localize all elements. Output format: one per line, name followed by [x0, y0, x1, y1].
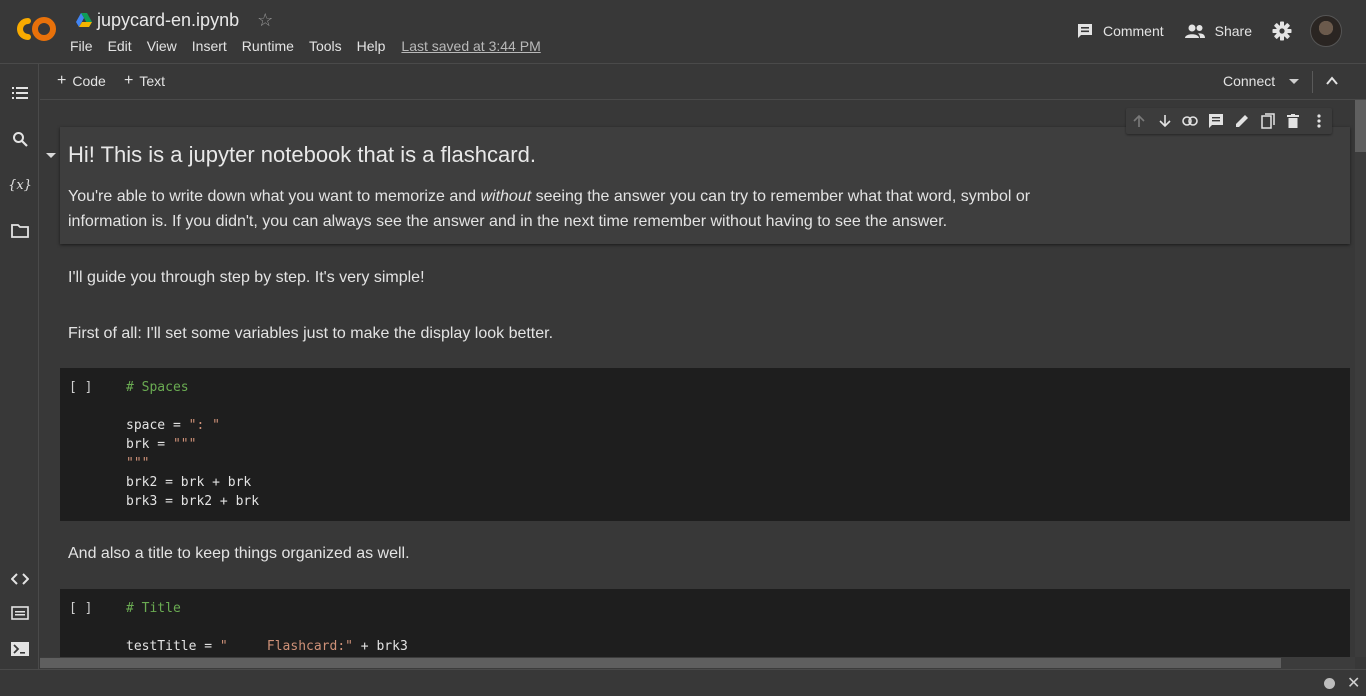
guide-paragraph: I'll guide you through step by step. It'… — [68, 269, 425, 286]
code-snippets-icon[interactable] — [10, 569, 30, 589]
search-icon[interactable] — [10, 129, 30, 149]
share-button[interactable]: Share — [1184, 23, 1252, 39]
toolbar-divider — [1312, 71, 1313, 93]
run-cell-button[interactable]: [ ] — [69, 380, 92, 395]
code-line: space = — [126, 418, 189, 433]
comment-icon — [1077, 24, 1092, 38]
add-code-button[interactable]: + Code — [57, 72, 106, 90]
star-icon[interactable]: ☆ — [257, 11, 273, 29]
more-vert-icon[interactable] — [1310, 112, 1328, 130]
files-folder-icon[interactable] — [10, 221, 30, 241]
comment-label: Comment — [1102, 23, 1164, 39]
add-code-label: Code — [72, 73, 106, 89]
code-comment: # Title — [126, 601, 181, 616]
notebook-toolbar: + Code + Text Connect — [40, 64, 1366, 100]
horizontal-scrollbar[interactable] — [40, 657, 1355, 669]
gear-icon[interactable] — [1272, 21, 1292, 41]
menu-help[interactable]: Help — [357, 38, 386, 54]
trash-icon[interactable] — [1284, 112, 1302, 130]
code-cell-spaces[interactable]: [ ] # Spaces space = ": " brk = """ """ … — [60, 368, 1350, 521]
code-line: brk2 = brk + brk — [126, 475, 252, 490]
add-text-label: Text — [139, 73, 166, 89]
title-paragraph: And also a title to keep things organize… — [68, 545, 410, 562]
menu-bar: File Edit View Insert Runtime Tools Help… — [70, 38, 541, 54]
code-editor[interactable]: # Title testTitle = " Flashcard:" + brk3 — [126, 599, 408, 656]
intro-text-line2: information is. If you didn't, you can a… — [68, 213, 948, 230]
move-down-icon[interactable] — [1156, 112, 1174, 130]
status-indicator-icon[interactable] — [1324, 678, 1335, 689]
plus-icon: + — [124, 72, 134, 89]
menu-runtime[interactable]: Runtime — [242, 38, 294, 54]
user-avatar[interactable] — [1310, 15, 1342, 47]
vertical-scrollbar[interactable] — [1355, 100, 1366, 657]
plus-icon: + — [57, 72, 67, 89]
code-string: """ — [126, 456, 150, 471]
code-string: """ — [172, 437, 197, 452]
menu-edit[interactable]: Edit — [108, 38, 132, 54]
code-line: brk3 = brk2 + brk — [126, 494, 260, 509]
notebook-main: Hi! This is a jupyter notebook that is a… — [40, 100, 1355, 657]
google-drive-icon[interactable] — [76, 13, 92, 27]
code-line: brk = — [126, 437, 173, 452]
first-paragraph: First of all: I'll set some variables ju… — [68, 325, 554, 342]
chevron-down-icon[interactable] — [1289, 78, 1300, 84]
code-editor[interactable]: # Spaces space = ": " brk = """ """ brk2… — [126, 378, 259, 511]
code-cell-title[interactable]: [ ] # Title testTitle = " Flashcard:" + … — [60, 589, 1350, 657]
code-line: + brk3 — [352, 639, 408, 654]
app-header: jupycard-en.ipynb ☆ File Edit View Inser… — [0, 0, 1366, 64]
menu-insert[interactable]: Insert — [192, 38, 227, 54]
code-string: ": " — [188, 418, 220, 433]
scrollbar-thumb[interactable] — [40, 658, 1281, 668]
edit-pencil-icon[interactable] — [1233, 112, 1251, 130]
intro-text-em: without — [480, 188, 532, 205]
chevron-up-icon[interactable] — [1325, 74, 1339, 88]
comment-icon[interactable] — [1207, 112, 1225, 130]
move-up-icon[interactable] — [1130, 112, 1148, 130]
scrollbar-thumb[interactable] — [1355, 100, 1366, 152]
intro-paragraph: You're able to write down what you want … — [68, 184, 1068, 234]
mirror-cell-icon[interactable] — [1259, 112, 1277, 130]
code-line: testTitle = — [126, 639, 220, 654]
share-people-icon — [1184, 24, 1205, 38]
add-text-button[interactable]: + Text — [124, 72, 166, 90]
variables-icon[interactable]: {x} — [8, 175, 32, 195]
notebook-title[interactable]: jupycard-en.ipynb — [97, 10, 239, 31]
last-saved-link[interactable]: Last saved at 3:44 PM — [401, 38, 540, 54]
code-string: " Flashcard:" — [219, 639, 353, 654]
left-sidebar: {x} — [0, 64, 39, 670]
intro-text-post: seeing the answer you can try to remembe… — [531, 188, 1031, 205]
close-icon[interactable]: ✕ — [1347, 673, 1360, 693]
notebook-heading: Hi! This is a jupyter notebook that is a… — [68, 142, 536, 167]
comment-button[interactable]: Comment — [1076, 22, 1164, 40]
section-collapse-icon[interactable] — [46, 153, 56, 158]
menu-tools[interactable]: Tools — [309, 38, 342, 54]
cell-toolbar — [1126, 108, 1332, 134]
command-palette-icon[interactable] — [10, 603, 30, 623]
terminal-icon[interactable] — [10, 639, 30, 659]
share-label: Share — [1214, 23, 1252, 39]
link-icon[interactable] — [1181, 112, 1199, 130]
connect-button[interactable]: Connect — [1223, 73, 1300, 89]
run-cell-button[interactable]: [ ] — [69, 601, 92, 616]
status-bar: ✕ — [0, 669, 1366, 696]
intro-text-pre: You're able to write down what you want … — [68, 188, 481, 205]
menu-file[interactable]: File — [70, 38, 93, 54]
table-of-contents-icon[interactable] — [10, 83, 30, 103]
menu-view[interactable]: View — [147, 38, 177, 54]
code-comment: # Spaces — [126, 380, 189, 395]
colab-logo[interactable] — [12, 12, 58, 46]
connect-label: Connect — [1223, 73, 1276, 89]
